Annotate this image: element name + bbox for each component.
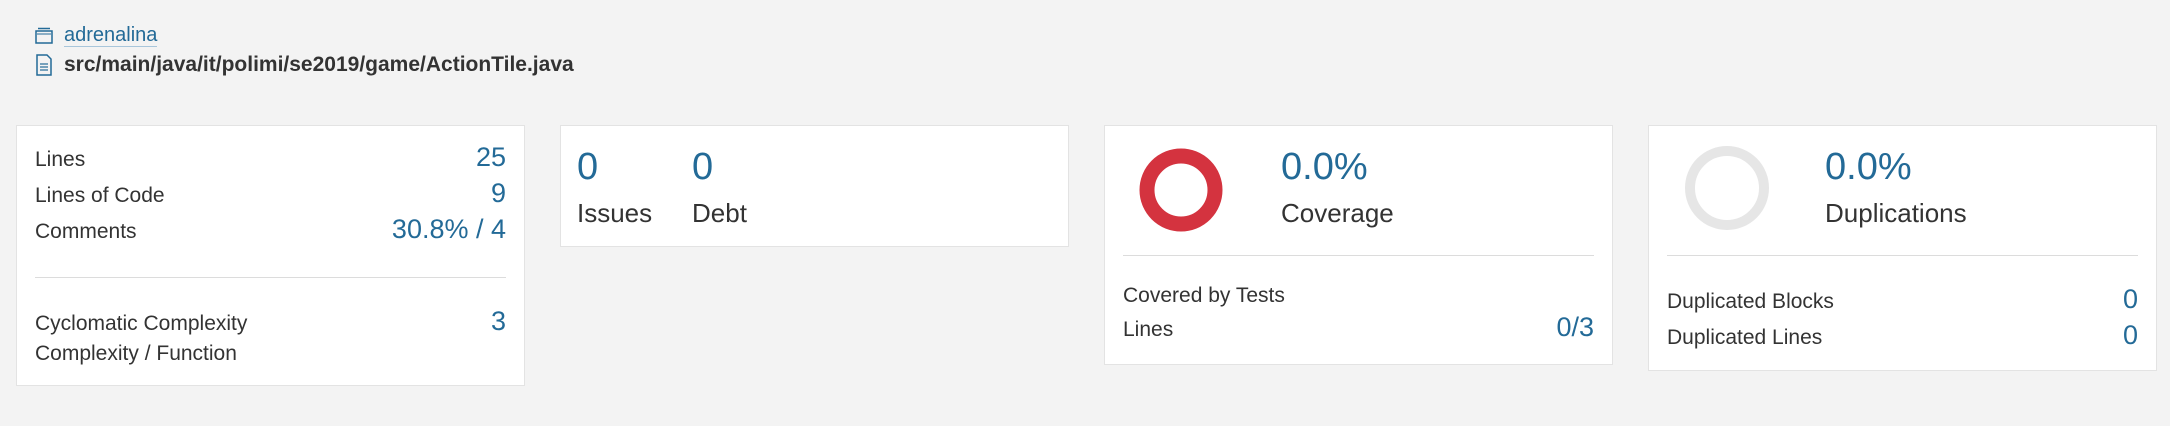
coverage-card: 0.0% Coverage Covered by Tests Lines 0/3 xyxy=(1104,125,1613,365)
loc-row: Lines of Code 9 xyxy=(35,178,506,209)
comments-value[interactable]: 30.8% / 4 xyxy=(392,214,506,245)
loc-value[interactable]: 9 xyxy=(491,178,506,209)
project-icon xyxy=(34,24,54,46)
duplications-value[interactable]: 0.0% xyxy=(1825,146,1912,189)
cf-row: Complexity / Function xyxy=(35,342,506,366)
cf-label: Complexity / Function xyxy=(35,342,237,365)
issues-card: 0 Issues 0 Debt xyxy=(560,125,1069,247)
dup-lines-row: Duplicated Lines 0 xyxy=(1667,320,2138,351)
file-row: src/main/java/it/polimi/se2019/game/Acti… xyxy=(34,50,574,80)
project-row: adrenalina xyxy=(34,20,574,50)
dup-blocks-label: Duplicated Blocks xyxy=(1667,290,1834,313)
lines-label: Lines xyxy=(35,148,86,171)
size-card: Lines 25 Lines of Code 9 Comments 30.8% … xyxy=(16,125,525,386)
cc-value[interactable]: 3 xyxy=(491,306,506,337)
cc-label: Cyclomatic Complexity xyxy=(35,312,248,335)
covered-label: Covered by Tests xyxy=(1123,284,1285,307)
coverage-lines-label: Lines xyxy=(1123,318,1174,341)
file-path: src/main/java/it/polimi/se2019/game/Acti… xyxy=(64,53,574,76)
debt-value[interactable]: 0 xyxy=(692,146,713,189)
coverage-lines-row: Lines 0/3 xyxy=(1123,312,1594,343)
duplications-divider xyxy=(1667,255,2138,256)
comments-row: Comments 30.8% / 4 xyxy=(35,214,506,245)
project-link[interactable]: adrenalina xyxy=(64,24,158,47)
comments-label: Comments xyxy=(35,220,137,243)
lines-value[interactable]: 25 xyxy=(476,142,506,173)
file-icon xyxy=(34,54,54,76)
coverage-value[interactable]: 0.0% xyxy=(1281,146,1368,189)
debt-label: Debt xyxy=(692,198,747,228)
component-header: adrenalina src/main/java/it/polimi/se201… xyxy=(34,20,574,80)
duplications-ring xyxy=(1685,146,1769,230)
coverage-label: Coverage xyxy=(1281,198,1394,228)
duplications-label: Duplications xyxy=(1825,198,1967,228)
coverage-lines-value[interactable]: 0/3 xyxy=(1556,312,1594,343)
dup-lines-value[interactable]: 0 xyxy=(2123,320,2138,351)
dup-lines-label: Duplicated Lines xyxy=(1667,326,1823,349)
dup-blocks-row: Duplicated Blocks 0 xyxy=(1667,284,2138,315)
duplications-donut[interactable] xyxy=(1683,144,1771,232)
coverage-donut[interactable] xyxy=(1139,148,1223,232)
size-divider xyxy=(35,277,506,278)
duplications-card: 0.0% Duplications Duplicated Blocks 0 Du… xyxy=(1648,125,2157,371)
cc-row: Cyclomatic Complexity 3 xyxy=(35,306,506,337)
issues-value[interactable]: 0 xyxy=(577,146,598,189)
dup-blocks-value[interactable]: 0 xyxy=(2123,284,2138,315)
loc-label: Lines of Code xyxy=(35,184,165,207)
coverage-divider xyxy=(1123,255,1594,256)
lines-row: Lines 25 xyxy=(35,142,506,173)
coverage-ring xyxy=(1139,148,1223,232)
covered-row: Covered by Tests xyxy=(1123,284,1594,308)
issues-label: Issues xyxy=(577,198,653,228)
